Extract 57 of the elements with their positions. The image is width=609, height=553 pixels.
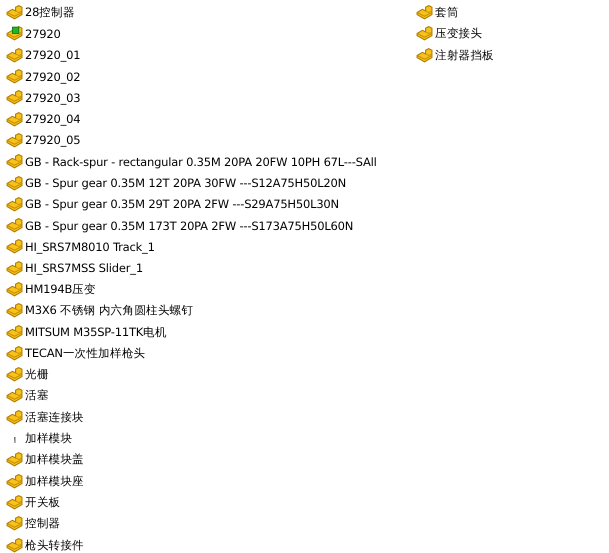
part-block-icon	[6, 196, 23, 213]
part-block-icon	[6, 4, 23, 22]
part-block-icon	[6, 536, 23, 553]
file-name[interactable]: TECAN一次性加样枪头	[25, 346, 146, 361]
part-block-icon	[6, 110, 23, 128]
file-name[interactable]: 活塞连接块	[25, 410, 84, 425]
file-name[interactable]: 光栅	[25, 367, 49, 382]
file-name[interactable]: HI_SRS7M8010 Track_1	[25, 240, 155, 254]
file-name[interactable]: 27920	[25, 26, 61, 41]
part-block-icon	[6, 89, 23, 106]
file-name[interactable]: 28控制器	[25, 5, 75, 20]
file-name[interactable]: HI_SRS7MSS Slider_1	[25, 261, 143, 276]
part-block-icon	[6, 25, 23, 42]
file-name[interactable]: 27920_02	[25, 70, 80, 84]
part-block-icon	[6, 281, 23, 298]
file-name[interactable]: GB - Spur gear 0.35M 29T 20PA 2FW ---S29A75H50L30N	[25, 197, 339, 212]
file-name[interactable]: 控制器	[25, 516, 60, 532]
file-name[interactable]: GB - Spur gear 0.35M 173T 20PA 2FW ---S173A75H50L60N	[25, 218, 354, 233]
file-name[interactable]: 27920_05	[25, 133, 80, 148]
part-block-icon	[6, 387, 23, 404]
part-block-icon	[416, 25, 433, 42]
part-block-icon	[6, 324, 23, 341]
file-name[interactable]: HM194B压变	[25, 282, 96, 297]
part-block-icon	[6, 408, 23, 426]
part-block-icon	[6, 344, 23, 362]
part-block-icon	[6, 302, 23, 320]
file-name[interactable]: GB - Rack-spur - rectangular 0.35M 20PA 20FW 10PH 67L---SAll	[25, 154, 377, 169]
file-name[interactable]: 27920_04	[25, 112, 80, 126]
part-block-icon	[6, 238, 23, 256]
file-name[interactable]: 压变接头	[435, 26, 482, 42]
file-name[interactable]: 27920_01	[25, 48, 80, 62]
part-block-icon	[6, 451, 23, 468]
file-name[interactable]: 枪头转接件	[25, 538, 84, 553]
file-name[interactable]: GB - Spur gear 0.35M 12T 20PA 30FW ---S12A75H50L20N	[25, 176, 346, 190]
part-block-icon	[6, 132, 23, 149]
part-block-icon	[6, 472, 23, 490]
part-block-icon	[6, 153, 23, 170]
file-name[interactable]: 加样模块盖	[25, 452, 84, 468]
part-block-icon	[6, 260, 23, 277]
file-name[interactable]: MITSUM M35SP-11TK电机	[25, 324, 167, 340]
part-block-icon	[416, 4, 433, 22]
file-name[interactable]: 套筒	[435, 5, 459, 20]
file-name[interactable]: 加样模块	[25, 431, 72, 446]
part-block-icon	[6, 515, 23, 532]
part-block-icon	[6, 217, 23, 234]
file-name[interactable]: 开关板	[25, 494, 60, 510]
file-name[interactable]: 注射器挡板	[435, 48, 494, 63]
file-name[interactable]: 活塞	[25, 388, 49, 404]
part-block-icon	[6, 174, 23, 192]
part-block-icon	[6, 46, 23, 64]
file-name[interactable]: M3X6 不锈钢 内六角圆柱头螺钉	[25, 303, 194, 318]
part-block-icon	[416, 46, 433, 64]
part-block-icon	[6, 366, 23, 384]
part-block-icon	[6, 494, 23, 511]
part-block-icon	[6, 68, 23, 86]
file-name[interactable]: 27920_03	[25, 90, 80, 105]
file-name[interactable]: 加样模块座	[25, 474, 84, 489]
